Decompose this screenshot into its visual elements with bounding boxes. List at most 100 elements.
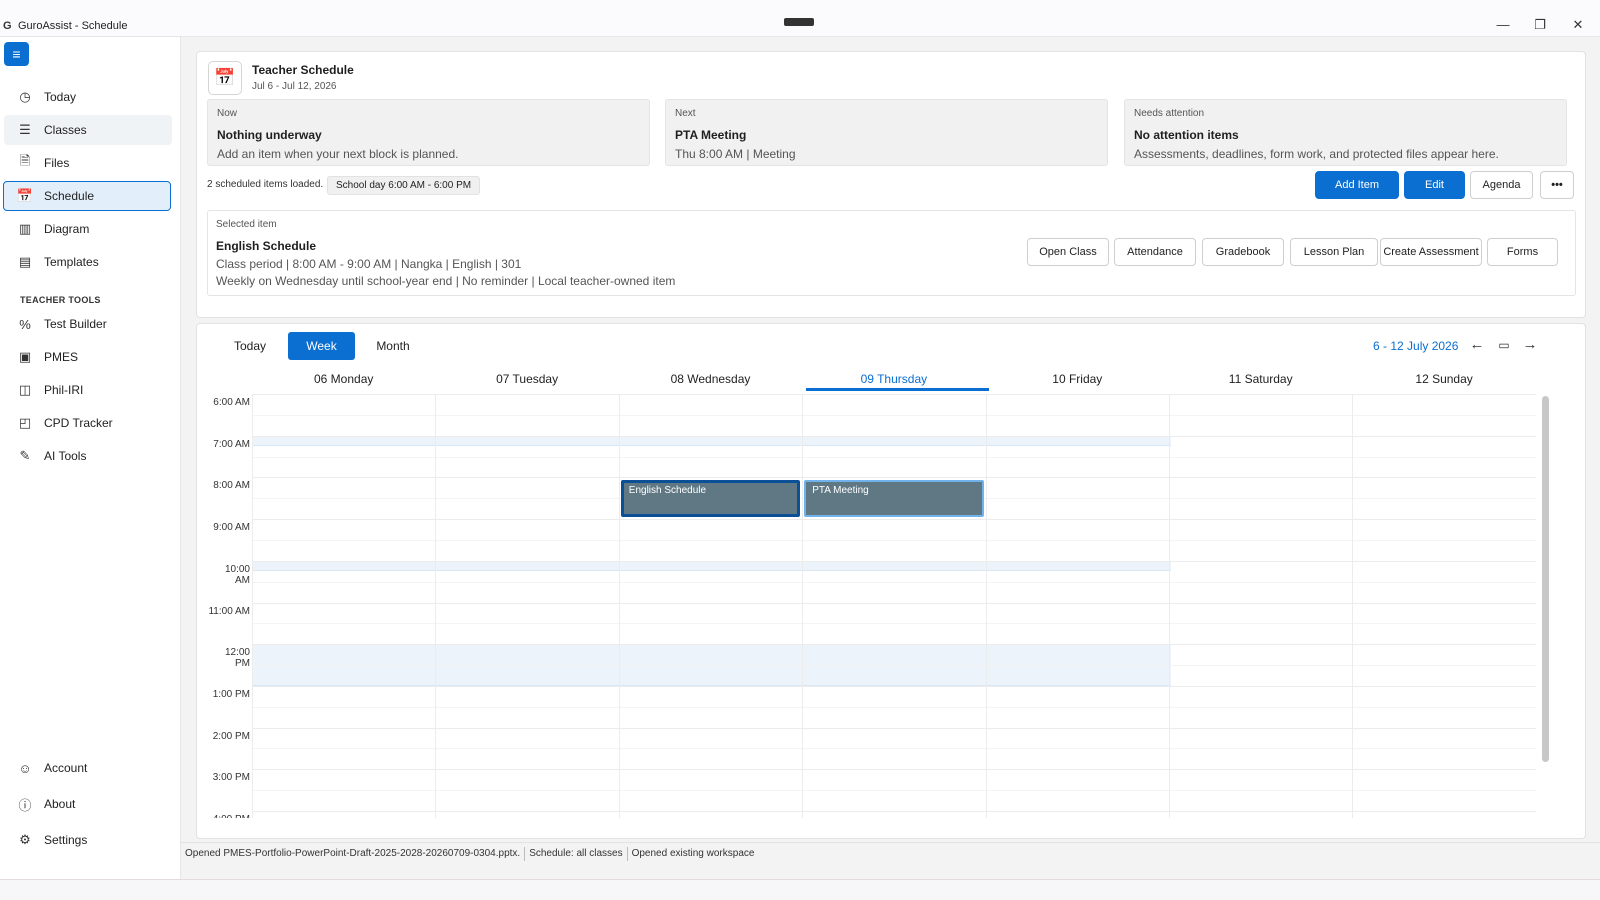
wand-icon: ✎ bbox=[19, 448, 31, 463]
now-panel: Now Nothing underway Add an item when yo… bbox=[207, 99, 650, 166]
sidebar-item-ai-tools[interactable]: ✎ AI Tools bbox=[4, 441, 172, 471]
sidebar-item-account[interactable]: ☺ Account bbox=[4, 753, 172, 783]
day-column-line bbox=[1352, 394, 1354, 818]
sidebar-item-classes[interactable]: ☰ Classes bbox=[4, 115, 172, 145]
minimize-button[interactable]: — bbox=[1491, 16, 1515, 34]
template-icon: ▤ bbox=[18, 254, 32, 269]
sidebar-item-templates[interactable]: ▤ Templates bbox=[4, 247, 172, 277]
time-label: 11:00 AM bbox=[208, 605, 250, 617]
sidebar-item-label: Settings bbox=[44, 833, 88, 847]
percent-icon: % bbox=[19, 316, 31, 332]
day-header[interactable]: 11 Saturday bbox=[1169, 372, 1352, 392]
schedule-header-card: 📅 Teacher Schedule Jul 6 - Jul 12, 2026 … bbox=[196, 51, 1586, 318]
sidebar-item-pmes[interactable]: ▣ PMES bbox=[4, 342, 172, 372]
tab-month[interactable]: Month bbox=[358, 332, 428, 360]
half-hour-line bbox=[252, 623, 1536, 625]
sidebar-item-label: Phil-IRI bbox=[44, 383, 84, 397]
week-grid[interactable]: 6:00 AM 7:00 AM 8:00 AM 9:00 AM 10:00 AM 11:0… bbox=[208, 394, 1536, 818]
calendar-scrollbar[interactable] bbox=[1542, 396, 1549, 762]
day-column-line bbox=[1169, 394, 1170, 818]
sidebar-item-label: Templates bbox=[44, 255, 99, 269]
sidebar-item-files[interactable]: 🗎 Files bbox=[4, 148, 172, 178]
half-hour-line bbox=[252, 706, 1536, 708]
date-picker-button[interactable]: ▭ bbox=[1493, 334, 1515, 356]
attention-panel: Needs attention No attention items Asses… bbox=[1124, 99, 1567, 166]
calendar-range-label[interactable]: 6 - 12 July 2026 bbox=[1373, 339, 1458, 353]
create-assessment-button[interactable]: Create Assessment bbox=[1380, 238, 1482, 266]
hamburger-menu-button[interactable]: ≡ bbox=[4, 42, 29, 66]
file-icon: 🗎 bbox=[19, 153, 31, 168]
sidebar-item-today[interactable]: ◷ Today bbox=[4, 82, 172, 112]
status-item-file: Opened PMES-Portfolio-PowerPoint-Draft-2… bbox=[181, 846, 526, 861]
attention-label: Needs attention bbox=[1134, 108, 1205, 119]
hour-line bbox=[252, 394, 1536, 395]
account-icon: ☺ bbox=[18, 760, 32, 776]
selected-item-label: Selected item bbox=[216, 219, 277, 230]
day-header[interactable]: 10 Friday bbox=[986, 372, 1169, 392]
previous-week-button[interactable]: ← bbox=[1466, 334, 1488, 356]
tab-today[interactable]: Today bbox=[215, 332, 285, 360]
sidebar-item-label: Account bbox=[44, 761, 88, 775]
sidebar-item-label: Today bbox=[44, 90, 77, 104]
school-day-band bbox=[253, 560, 1171, 572]
drag-handle[interactable] bbox=[784, 18, 814, 26]
sidebar-item-settings[interactable]: ⚙ Settings bbox=[4, 825, 172, 855]
diagram-icon: ▥ bbox=[18, 221, 32, 236]
sidebar-item-label: Schedule bbox=[44, 189, 95, 203]
day-header[interactable]: 08 Wednesday bbox=[619, 372, 802, 392]
edit-button[interactable]: Edit bbox=[1404, 171, 1465, 199]
open-class-button[interactable]: Open Class bbox=[1027, 238, 1109, 266]
selected-item-details: Class period | 8:00 AM - 9:00 AM | Nangk… bbox=[216, 257, 522, 271]
time-label: 3:00 PM bbox=[212, 772, 250, 784]
school-day-band bbox=[253, 435, 1171, 447]
next-week-button[interactable]: → bbox=[1519, 334, 1541, 356]
school-day-chip: School day 6:00 AM - 6:00 PM bbox=[327, 176, 481, 195]
attendance-button[interactable]: Attendance bbox=[1114, 238, 1196, 266]
close-button[interactable]: ✕ bbox=[1566, 16, 1590, 34]
agenda-button[interactable]: Agenda bbox=[1470, 171, 1533, 199]
hour-line bbox=[252, 769, 1536, 771]
calendar-event[interactable]: English Schedule bbox=[620, 480, 801, 518]
sidebar-item-schedule[interactable]: 📅 Schedule bbox=[3, 181, 171, 211]
half-hour-line bbox=[252, 581, 1536, 583]
time-label: 10:00 AM bbox=[224, 563, 250, 586]
section-label-teacher-tools: TEACHER TOOLS bbox=[20, 295, 101, 305]
half-hour-line bbox=[252, 414, 1536, 416]
half-hour-line bbox=[252, 539, 1536, 541]
sidebar-item-cpd-tracker[interactable]: ◰ CPD Tracker bbox=[4, 408, 172, 438]
clock-icon: ◷ bbox=[19, 89, 31, 104]
lesson-plan-button[interactable]: Lesson Plan bbox=[1290, 238, 1378, 266]
list-icon: ☰ bbox=[19, 122, 31, 137]
sidebar-item-phil-iri[interactable]: ◫ Phil-IRI bbox=[4, 375, 172, 405]
page-title: Teacher Schedule bbox=[252, 63, 354, 77]
more-options-button[interactable]: ••• bbox=[1540, 171, 1574, 199]
gear-icon: ⚙ bbox=[19, 832, 31, 847]
tab-week[interactable]: Week bbox=[288, 332, 355, 360]
calendar-event[interactable]: PTA Meeting bbox=[804, 480, 984, 518]
hour-line bbox=[252, 727, 1536, 729]
gradebook-button[interactable]: Gradebook bbox=[1202, 238, 1284, 266]
time-label: 4:00 PM bbox=[208, 814, 250, 818]
title-bar: G GuroAssist - Schedule — ❐ ✕ bbox=[0, 0, 1600, 37]
tracker-icon: ◰ bbox=[18, 415, 32, 430]
day-header[interactable]: 07 Tuesday bbox=[435, 372, 618, 392]
day-header[interactable]: 12 Sunday bbox=[1352, 372, 1535, 392]
selected-item-panel: Selected item English Schedule Class per… bbox=[207, 210, 1576, 296]
maximize-button[interactable]: ❐ bbox=[1528, 16, 1552, 34]
status-bar: Opened PMES-Portfolio-PowerPoint-Draft-2… bbox=[181, 842, 1600, 864]
sidebar-item-diagram[interactable]: ▥ Diagram bbox=[4, 214, 172, 244]
hour-line bbox=[252, 477, 1536, 479]
time-label: 7:00 AM bbox=[213, 438, 250, 450]
forms-button[interactable]: Forms bbox=[1487, 238, 1558, 266]
sidebar-item-test-builder[interactable]: % Test Builder bbox=[4, 309, 172, 339]
sidebar-item-about[interactable]: ⓘ About bbox=[4, 789, 172, 819]
day-header[interactable]: 06 Monday bbox=[252, 372, 435, 392]
status-item-schedule: Schedule: all classes bbox=[525, 846, 628, 861]
hour-line bbox=[252, 435, 1536, 437]
app-logo-icon: G bbox=[3, 20, 12, 32]
sidebar-item-label: PMES bbox=[44, 350, 79, 364]
sidebar-item-label: Diagram bbox=[44, 222, 90, 236]
add-item-button[interactable]: Add Item bbox=[1315, 171, 1399, 199]
half-hour-line bbox=[252, 665, 1536, 667]
calendar-check-icon: 📅 bbox=[208, 61, 242, 95]
